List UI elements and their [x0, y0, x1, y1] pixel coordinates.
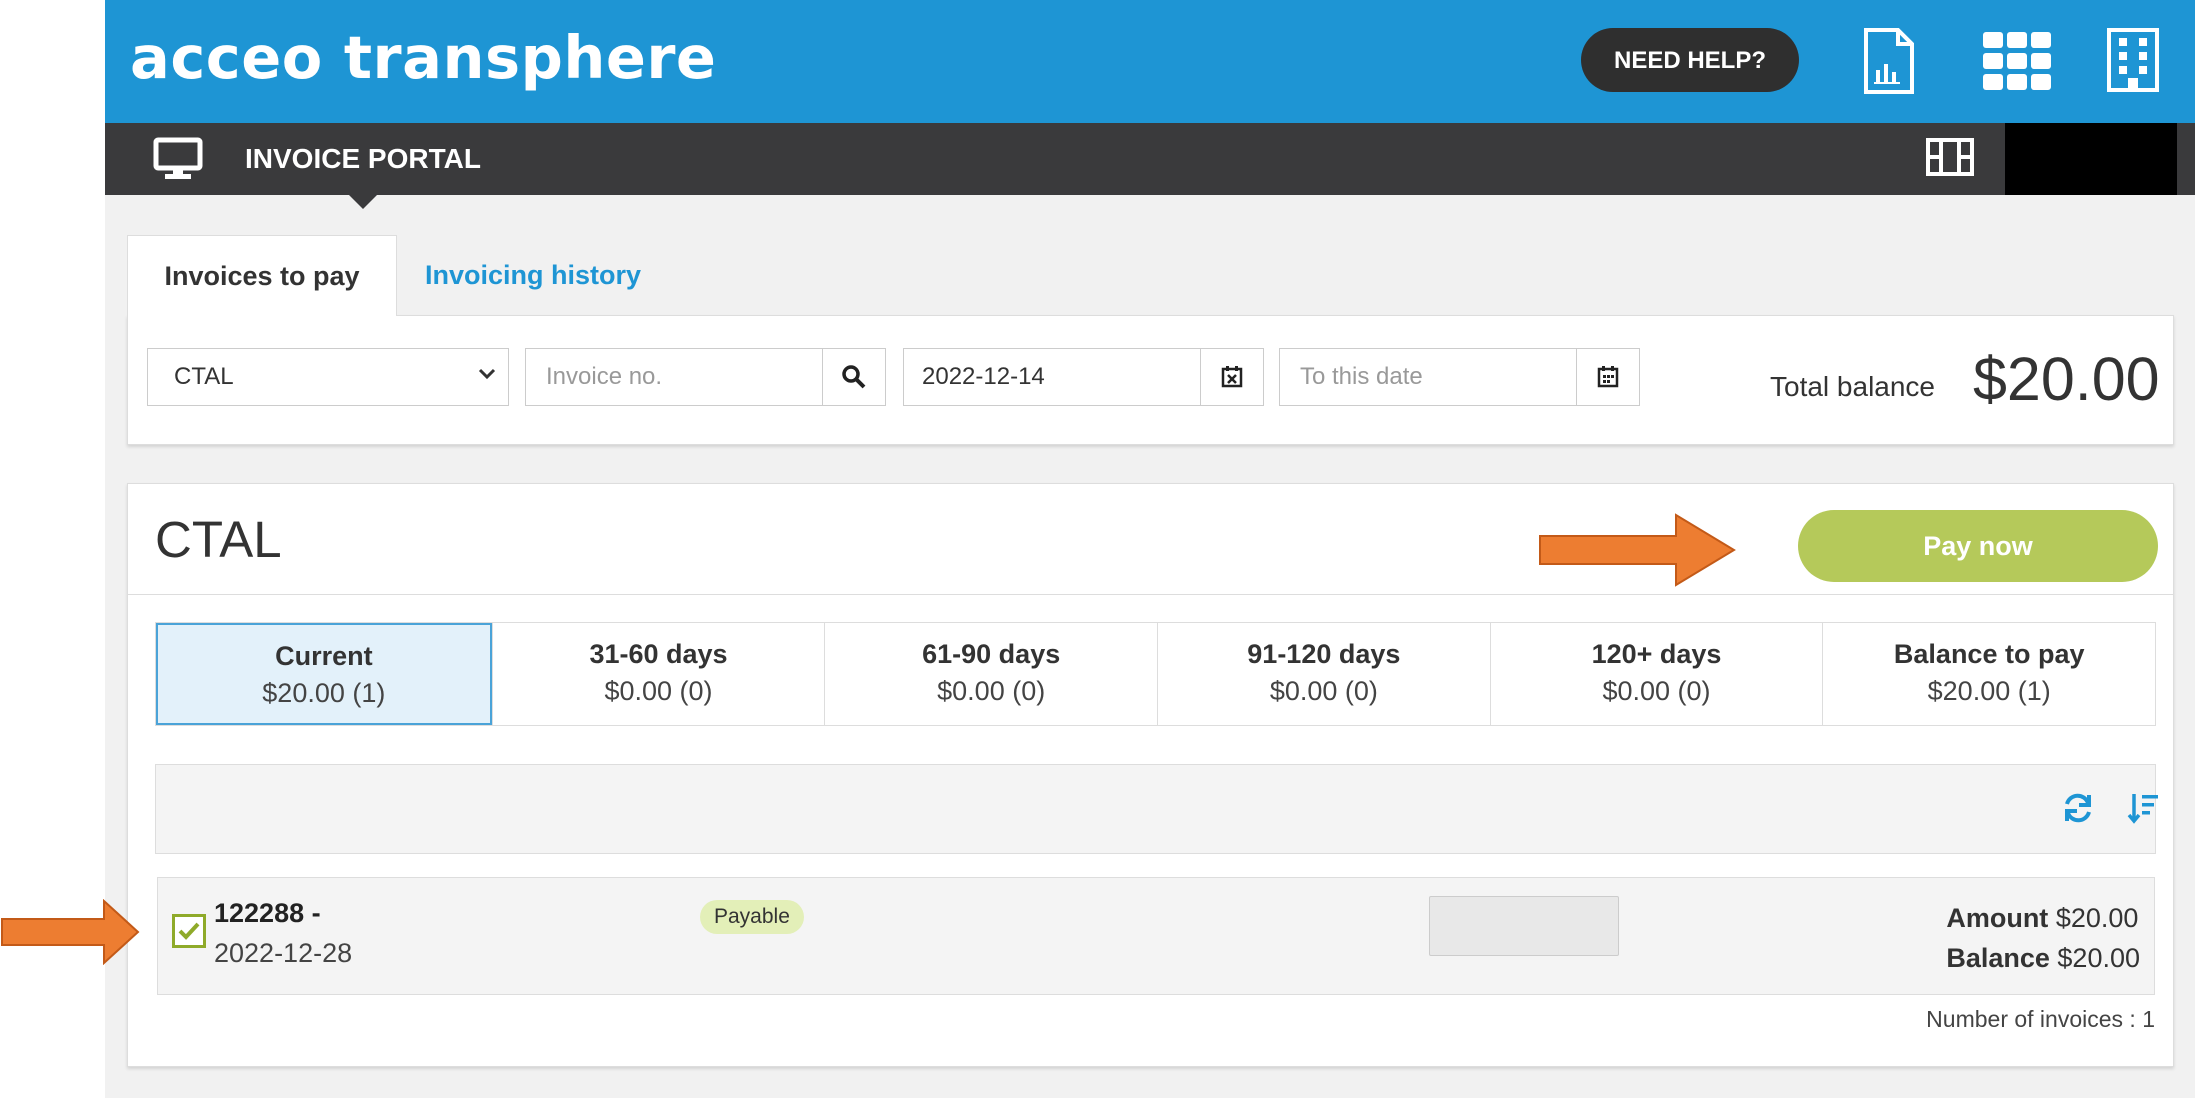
report-document-icon[interactable]: [1862, 26, 1936, 96]
search-icon[interactable]: [822, 349, 885, 405]
annotation-arrow-checkbox: [1, 899, 140, 965]
film-icon[interactable]: [1925, 137, 1975, 182]
aging-value: $20.00 (1): [262, 678, 386, 708]
payment-amount-field[interactable]: [1429, 896, 1619, 956]
to-date-field[interactable]: To this date: [1279, 348, 1640, 406]
aging-label: 91-120 days: [1247, 639, 1401, 669]
from-date-value: 2022-12-14: [922, 363, 1045, 390]
balance-value: $20.00: [2057, 943, 2140, 973]
portal-bar: INVOICE PORTAL: [105, 123, 2195, 195]
pay-now-button[interactable]: Pay now: [1798, 510, 2158, 582]
calendar-clear-icon[interactable]: [1200, 349, 1263, 405]
invoice-number-field[interactable]: Invoice no.: [525, 348, 886, 406]
monitor-icon: [153, 137, 203, 186]
total-balance-label: Total balance: [1770, 371, 1936, 402]
amount-value: $20.00: [2055, 903, 2139, 933]
invoice-number-placeholder: Invoice no.: [546, 363, 663, 390]
filter-panel: CTAL Invoice no. 2022-12-14 To this date…: [127, 315, 2174, 445]
account-title: CTAL: [155, 511, 282, 568]
amount-label: Amount: [1946, 903, 2049, 933]
aging-label: 120+ days: [1591, 639, 1722, 669]
aging-balance-to-pay[interactable]: Balance to pay $20.00 (1): [1822, 623, 2155, 725]
invoice-row[interactable]: 122288 - 2022-12-28 Payable Amount $20.0…: [157, 877, 2155, 995]
invoice-checkbox[interactable]: [172, 914, 206, 948]
app-logo: acceo transphere: [130, 23, 717, 92]
sort-icon[interactable]: [2127, 791, 2159, 830]
aging-label: Balance to pay: [1893, 639, 2085, 669]
top-header: acceo transphere NEED HELP?: [105, 0, 2195, 123]
balance-label: Balance: [1946, 943, 2050, 973]
to-date-placeholder: To this date: [1300, 363, 1423, 390]
redacted-area: [2005, 123, 2177, 195]
account-select-value: CTAL: [174, 363, 234, 390]
invoice-number[interactable]: 122288 -: [214, 898, 321, 929]
tab-invoices-to-pay[interactable]: Invoices to pay: [127, 235, 397, 316]
grid-apps-icon[interactable]: [1983, 32, 2057, 102]
annotation-arrow-pay: [1539, 513, 1736, 587]
aging-value: $0.00 (0): [604, 676, 713, 706]
need-help-button[interactable]: NEED HELP?: [1581, 28, 1799, 92]
from-date-field[interactable]: 2022-12-14: [903, 348, 1264, 406]
total-balance-value: $20.00: [1973, 345, 2160, 413]
aging-label: 61-90 days: [922, 639, 1061, 669]
aging-value: $0.00 (0): [1602, 676, 1711, 706]
app-window: acceo transphere NEED HELP? INVOICE PORT…: [105, 0, 2195, 1098]
aging-current[interactable]: Current $20.00 (1): [156, 623, 492, 725]
aging-label: Current: [275, 641, 373, 671]
aging-summary: Current $20.00 (1) 31-60 days $0.00 (0) …: [155, 622, 2156, 726]
aging-120-plus[interactable]: 120+ days $0.00 (0): [1489, 623, 1823, 725]
invoice-count: Number of invoices : 1: [1926, 1006, 2155, 1032]
status-badge: Payable: [700, 900, 804, 934]
portal-title: INVOICE PORTAL: [245, 143, 481, 174]
aging-value: $0.00 (0): [1269, 676, 1378, 706]
account-select[interactable]: CTAL: [147, 348, 509, 406]
aging-31-60[interactable]: 31-60 days $0.00 (0): [491, 623, 825, 725]
invoice-amounts: Amount $20.00 Balance $20.00: [1946, 898, 2140, 978]
chevron-down-icon: [476, 363, 498, 390]
portal-caret: [349, 195, 377, 209]
invoice-toolbar: [155, 764, 2159, 854]
aging-91-120[interactable]: 91-120 days $0.00 (0): [1157, 623, 1490, 725]
divider: [128, 594, 2173, 595]
aging-61-90[interactable]: 61-90 days $0.00 (0): [824, 623, 1157, 725]
aging-label: 31-60 days: [589, 639, 728, 669]
account-panel: CTAL Pay now Current $20.00 (1) 31-60 da…: [127, 483, 2174, 1067]
tab-invoicing-history[interactable]: Invoicing history: [425, 235, 641, 315]
calendar-icon[interactable]: [1576, 349, 1639, 405]
aging-value: $0.00 (0): [937, 676, 1046, 706]
invoice-date: 2022-12-28: [214, 938, 353, 968]
aging-value: $20.00 (1): [1927, 676, 2051, 706]
refresh-icon[interactable]: [2061, 791, 2095, 830]
building-icon[interactable]: [2105, 26, 2179, 96]
